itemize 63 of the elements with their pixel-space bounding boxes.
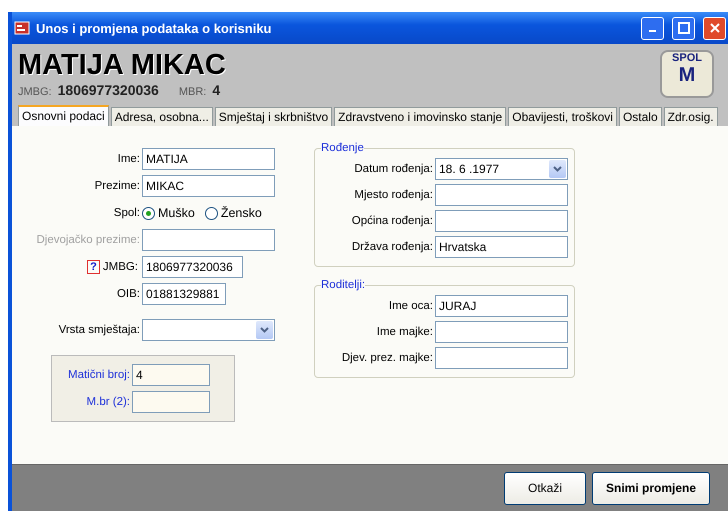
text-field[interactable]: MIKAC <box>142 175 275 197</box>
tab[interactable]: Smještaj i skrbništvo <box>214 107 332 126</box>
group-title: Roditelji: <box>321 279 366 291</box>
field-label: JMBG: <box>102 261 139 273</box>
tab[interactable]: Zdravstveno i imovinsko stanje <box>334 107 506 126</box>
radio-icon[interactable] <box>204 206 218 220</box>
patient-name: MATIJA MIKAC <box>18 50 227 80</box>
field-label: Spol: <box>112 207 141 219</box>
help-button[interactable]: ? <box>87 260 100 274</box>
maximize-button[interactable] <box>672 16 695 40</box>
app-icon <box>14 20 30 36</box>
text-field[interactable]: 1806977320036 <box>142 256 243 278</box>
field-label: Ime majke: <box>376 326 434 338</box>
text-field[interactable] <box>435 321 568 343</box>
field-label: Djevojačko prezime: <box>35 234 141 246</box>
cancel-button[interactable]: Otkaži <box>504 472 586 504</box>
maximize-icon <box>678 22 690 34</box>
field-label: Mjesto rođenja: <box>353 189 434 201</box>
field-label: Datum rođenja: <box>353 163 434 175</box>
field-label: Država rođenja: <box>350 241 434 253</box>
chevron-down-icon[interactable] <box>553 166 562 172</box>
text-field[interactable]: MATIJA <box>142 148 275 170</box>
radio-option[interactable]: Muško <box>142 206 195 220</box>
radio-option[interactable]: Žensko <box>204 206 262 220</box>
field-label: Općina rođenja: <box>350 215 434 227</box>
tab[interactable]: Ostalo <box>618 107 662 126</box>
text-field[interactable] <box>142 229 275 251</box>
jmbg-label: JMBG: <box>18 86 52 98</box>
field-label: Matični broj: <box>67 369 131 381</box>
field-label: Prezime: <box>94 180 141 192</box>
text-field[interactable]: JURAJ <box>435 295 568 317</box>
field-label: Ime oca: <box>388 300 434 312</box>
gender-label: SPOL <box>672 52 702 64</box>
text-field[interactable]: 4 <box>132 364 210 386</box>
group-title: Rođenje <box>321 142 364 154</box>
minimize-button[interactable] <box>641 16 664 40</box>
field-label: OIB: <box>116 288 141 300</box>
text-field[interactable] <box>435 347 568 369</box>
field-label: Ime: <box>116 153 141 165</box>
save-button[interactable]: Snimi promjene <box>592 472 710 504</box>
dropdown-field[interactable] <box>142 319 275 341</box>
tab[interactable]: Osnovni podaci <box>18 105 109 126</box>
tab[interactable]: Adresa, osobna... <box>110 107 213 126</box>
text-field[interactable]: 01881329881 <box>142 283 226 305</box>
jmbg-value: 1806977320036 <box>58 82 159 98</box>
field-label: Vrsta smještaja: <box>58 324 141 336</box>
text-field[interactable] <box>435 210 568 232</box>
field-label: M.br (2): <box>86 396 131 408</box>
radio-icon[interactable] <box>142 206 155 220</box>
close-icon <box>708 22 720 34</box>
mbr-label: MBR: <box>178 86 206 98</box>
tab[interactable]: Obavijesti, troškovi <box>508 107 617 126</box>
date-field[interactable]: 18. 6 .1977 <box>435 158 568 180</box>
chevron-down-icon[interactable] <box>260 327 269 333</box>
gender-value: M <box>678 64 696 87</box>
text-field[interactable]: Hrvatska <box>435 236 568 258</box>
mbr-value: 4 <box>212 82 220 98</box>
field-label: Djev. prez. majke: <box>340 352 434 364</box>
text-field[interactable] <box>435 184 568 206</box>
close-button[interactable] <box>703 16 726 40</box>
window-title: Unos i promjena podataka o korisniku <box>36 20 272 36</box>
tab[interactable]: Zdr.osig. <box>664 107 718 126</box>
text-field[interactable] <box>132 391 210 413</box>
